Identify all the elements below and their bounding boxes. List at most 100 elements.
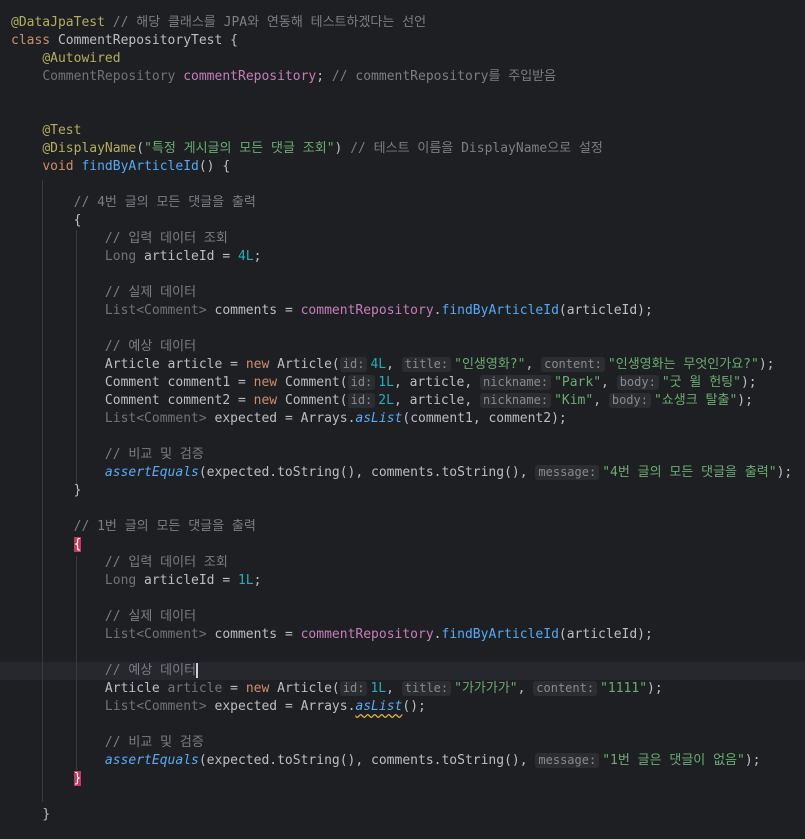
code-line[interactable]: // 비교 및 검증 xyxy=(11,446,204,464)
code-line[interactable]: Comment comment1 = new Comment(id: 1L, ar… xyxy=(11,374,757,392)
code-line[interactable]: Comment comment2 = new Comment(id: 2L, ar… xyxy=(11,392,753,410)
method-call: findByArticleId xyxy=(441,627,559,642)
dot: . xyxy=(433,303,442,318)
number-literal: 4L xyxy=(370,357,387,372)
semicolon: ; xyxy=(316,69,325,84)
string-literal: "Park" xyxy=(554,375,602,390)
dot: . xyxy=(433,627,442,642)
code-line[interactable]: assertEquals(expected.toString(), commen… xyxy=(11,752,760,770)
code-line[interactable]: // 1번 글의 모든 댓글을 출력 xyxy=(11,518,256,536)
code-line[interactable]: @DisplayName("특정 게시글의 모든 댓글 조회") // 테스트 … xyxy=(11,140,603,158)
code-line[interactable]: // 입력 데이터 조회 xyxy=(11,230,228,248)
open-brace: { xyxy=(73,537,82,552)
comment: // 1번 글의 모든 댓글을 출력 xyxy=(73,519,256,534)
args-end: ); xyxy=(758,357,775,372)
code-line[interactable]: Article article = new Article(id: 4L, tit… xyxy=(11,356,774,374)
variable: comment2 xyxy=(167,393,231,408)
comma: , xyxy=(593,393,609,408)
semicolon: ; xyxy=(253,249,262,264)
code-line[interactable]: @Autowired xyxy=(11,50,120,68)
comment: // 해당 클래스를 JPA와 연동해 테스트하겠다는 선언 xyxy=(104,15,427,30)
code-line[interactable]: { xyxy=(11,536,82,554)
annotation: @Test xyxy=(42,123,82,138)
code-line[interactable]: Long articleId = 1L; xyxy=(11,572,262,590)
args: (articleId); xyxy=(558,627,653,642)
comma: , xyxy=(386,681,402,696)
string-literal: "1111" xyxy=(600,681,648,696)
code-line[interactable]: Article article = new Article(id: 1L, tit… xyxy=(11,680,663,698)
type-name: CommentRepository xyxy=(42,69,176,84)
param-hint: body: xyxy=(608,393,651,408)
comment: // 실제 데이터 xyxy=(104,609,197,624)
args-end: ); xyxy=(647,681,663,696)
operator: = Arrays. xyxy=(277,411,356,426)
code-line[interactable]: void findByArticleId() { xyxy=(11,158,230,176)
operator: = xyxy=(222,681,246,696)
code-line[interactable]: @Test xyxy=(11,122,81,140)
code-editor[interactable]: @DataJpaTest // 해당 클래스를 JPA와 연동해 테스트하겠다는… xyxy=(0,0,805,839)
static-method: assertEquals xyxy=(104,753,199,768)
code-line[interactable]: // 실제 데이터 xyxy=(11,608,196,626)
field-ref: commentRepository xyxy=(300,303,434,318)
args-end: ); xyxy=(737,393,753,408)
number-literal: 4L xyxy=(237,249,254,264)
open-brace: { xyxy=(73,213,82,228)
variable: expected xyxy=(214,699,278,714)
constructor-call: Article( xyxy=(269,357,340,372)
code-line[interactable]: // 4번 글의 모든 댓글을 출력 xyxy=(11,194,256,212)
code-line[interactable]: // 예상 데이터 xyxy=(11,338,196,356)
number-literal: 1L xyxy=(378,375,394,390)
code-line[interactable]: List<Comment> expected = Arrays.asList(c… xyxy=(11,410,567,428)
code-line[interactable]: Long articleId = 4L; xyxy=(11,248,262,266)
string-literal: "인생영화?" xyxy=(454,357,526,372)
field-name: commentRepository xyxy=(183,69,317,84)
keyword: new xyxy=(245,681,270,696)
type-name: Article xyxy=(104,357,160,372)
number-literal: 2L xyxy=(378,393,394,408)
number-literal: 1L xyxy=(370,681,387,696)
code-line[interactable]: // 비교 및 검증 xyxy=(11,734,204,752)
comment: // 예상 데이터 xyxy=(104,339,197,354)
string-literal: "특정 게시글의 모든 댓글 조회" xyxy=(144,141,335,156)
code-line[interactable]: // 실제 데이터 xyxy=(11,284,196,302)
annotation: @DataJpaTest xyxy=(11,15,105,30)
comma: , xyxy=(525,357,542,372)
punctuation: () { xyxy=(198,159,231,174)
code-line[interactable]: } xyxy=(11,482,82,500)
string-literal: "굿 윌 헌팅" xyxy=(661,375,741,390)
keyword: new xyxy=(245,357,270,372)
comma: , xyxy=(517,681,534,696)
args: (comment1, comment2); xyxy=(402,411,567,426)
args-end: ); xyxy=(776,465,793,480)
code-line[interactable]: List<Comment> comments = commentReposito… xyxy=(11,626,653,644)
code-line[interactable]: { xyxy=(11,212,82,230)
type-name: List<Comment> xyxy=(104,411,207,426)
operator: = xyxy=(277,627,301,642)
string-literal: "Kim" xyxy=(554,393,594,408)
code-line[interactable]: CommentRepository commentRepository; // … xyxy=(11,68,556,86)
param-hint: body: xyxy=(616,375,659,390)
close-brace: } xyxy=(73,483,82,498)
code-line[interactable]: assertEquals(expected.toString(), commen… xyxy=(11,464,792,482)
keyword: void xyxy=(42,159,74,174)
type-name: List<Comment> xyxy=(104,699,207,714)
comment: // 예상 데이터 xyxy=(104,663,197,678)
variable: expected xyxy=(214,411,278,426)
keyword: class xyxy=(11,33,51,48)
string-literal: "인생영화는 무엇인가요?" xyxy=(607,357,759,372)
code-line[interactable]: List<Comment> expected = Arrays.asList()… xyxy=(11,698,426,716)
close-brace: } xyxy=(73,771,82,786)
static-method: assertEquals xyxy=(104,465,199,480)
code-line[interactable]: List<Comment> comments = commentReposito… xyxy=(11,302,653,320)
code-line[interactable]: // 예상 데이터 xyxy=(11,662,199,680)
comma: , xyxy=(386,357,402,372)
code-line[interactable]: // 입력 데이터 조회 xyxy=(11,554,228,572)
class-name: CommentRepositoryTest { xyxy=(50,33,238,48)
code-line[interactable]: } xyxy=(11,806,50,824)
code-line[interactable]: } xyxy=(11,770,82,788)
code-line[interactable]: class CommentRepositoryTest { xyxy=(11,32,238,50)
comment: // 입력 데이터 조회 xyxy=(104,555,228,570)
variable: articleId = xyxy=(136,573,238,588)
method-name: findByArticleId xyxy=(81,159,199,174)
code-line[interactable]: @DataJpaTest // 해당 클래스를 JPA와 연동해 테스트하겠다는… xyxy=(11,14,426,32)
